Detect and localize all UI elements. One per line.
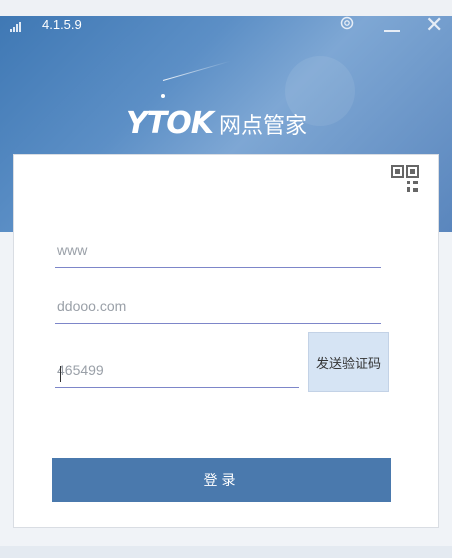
username-value: www bbox=[57, 242, 88, 258]
username-field[interactable]: www bbox=[55, 238, 381, 268]
domain-value: ddooo.com bbox=[57, 298, 127, 314]
signal-icon bbox=[10, 22, 21, 32]
qr-code-icon[interactable] bbox=[390, 164, 422, 196]
code-value: 465499 bbox=[57, 362, 104, 378]
verification-code-field[interactable]: 465499 bbox=[55, 358, 299, 388]
header-streak bbox=[162, 60, 231, 81]
minimize-icon[interactable] bbox=[384, 30, 400, 32]
close-icon[interactable]: ✕ bbox=[425, 15, 443, 37]
send-code-button[interactable]: 发送验证码 bbox=[308, 332, 389, 392]
code-value-wrap: 465499 bbox=[57, 362, 104, 382]
top-strip bbox=[0, 0, 452, 16]
header-dot bbox=[161, 94, 165, 98]
version-label: 4.1.5.9 bbox=[42, 17, 82, 32]
settings-icon[interactable] bbox=[340, 16, 354, 30]
login-button[interactable]: 登录 bbox=[52, 458, 391, 502]
brand-logo: YTOK 网点管家 bbox=[126, 106, 307, 141]
bottom-bar bbox=[0, 546, 452, 558]
domain-field[interactable]: ddooo.com bbox=[55, 294, 381, 324]
logo-text: 网点管家 bbox=[218, 113, 307, 139]
logo-mark: YTOK bbox=[126, 106, 214, 141]
text-caret bbox=[60, 366, 61, 382]
